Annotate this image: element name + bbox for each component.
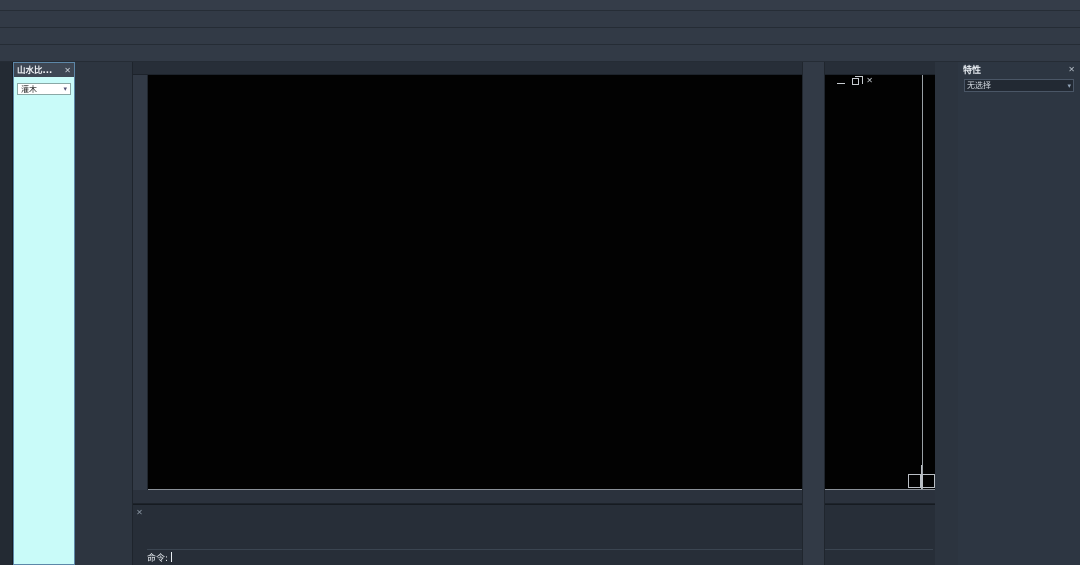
properties-panel: 特性 ✕ 无选择 ▾ xyxy=(958,62,1080,565)
toolbar-standard xyxy=(0,11,1080,28)
plant-type-value: 灌木 xyxy=(21,84,37,94)
palette-title: 山水比... xyxy=(17,66,53,76)
command-close-icon[interactable]: ✕ xyxy=(134,507,145,518)
selection-row: 无选择 ▾ xyxy=(962,79,1076,92)
palette-close-icon[interactable]: ✕ xyxy=(64,66,71,75)
command-prompt: 命令: xyxy=(147,553,169,564)
selection-combo[interactable]: 无选择 ▾ xyxy=(964,79,1074,92)
draw-toolbar-vertical xyxy=(133,75,148,490)
minimize-icon[interactable] xyxy=(837,83,846,84)
close-icon[interactable]: ✕ xyxy=(866,77,873,85)
toolbar-layer-tools xyxy=(0,45,1080,62)
viewport-edge-line xyxy=(922,75,923,489)
chevron-down-icon: ▾ xyxy=(1067,81,1071,90)
chevron-down-icon: ▾ xyxy=(63,85,67,93)
menu-bar xyxy=(0,0,1080,11)
side-tab-strip xyxy=(0,62,13,565)
corner-square-right xyxy=(922,474,935,488)
plant-type-dropdown[interactable]: 灌木 ▾ xyxy=(17,83,71,95)
properties-title: 特性 xyxy=(963,66,982,76)
restore-icon[interactable] xyxy=(852,75,864,85)
palette-title-bar[interactable]: 山水比... ✕ xyxy=(14,63,74,77)
text-cursor xyxy=(171,552,173,562)
drawing-window-controls: ✕ xyxy=(837,75,873,85)
plugin-palette: 山水比... ✕ 灌木 ▾ xyxy=(13,62,75,565)
properties-close-icon[interactable]: ✕ xyxy=(1068,65,1075,74)
corner-square-left xyxy=(908,474,921,488)
properties-title-bar: 特性 ✕ xyxy=(958,62,1080,77)
main-area: 山水比... ✕ 灌木 ▾ ✕ ✕ 命令: 特性 ✕ 无选择 ▾ xyxy=(0,62,1080,565)
modify-toolbar-vertical xyxy=(802,62,825,565)
toolbar-layers-properties xyxy=(0,28,1080,45)
selection-value: 无选择 xyxy=(967,81,991,90)
screen-menu-column xyxy=(75,62,133,565)
cad-application-window: 山水比... ✕ 灌木 ▾ ✕ ✕ 命令: 特性 ✕ 无选择 ▾ xyxy=(0,0,1080,565)
